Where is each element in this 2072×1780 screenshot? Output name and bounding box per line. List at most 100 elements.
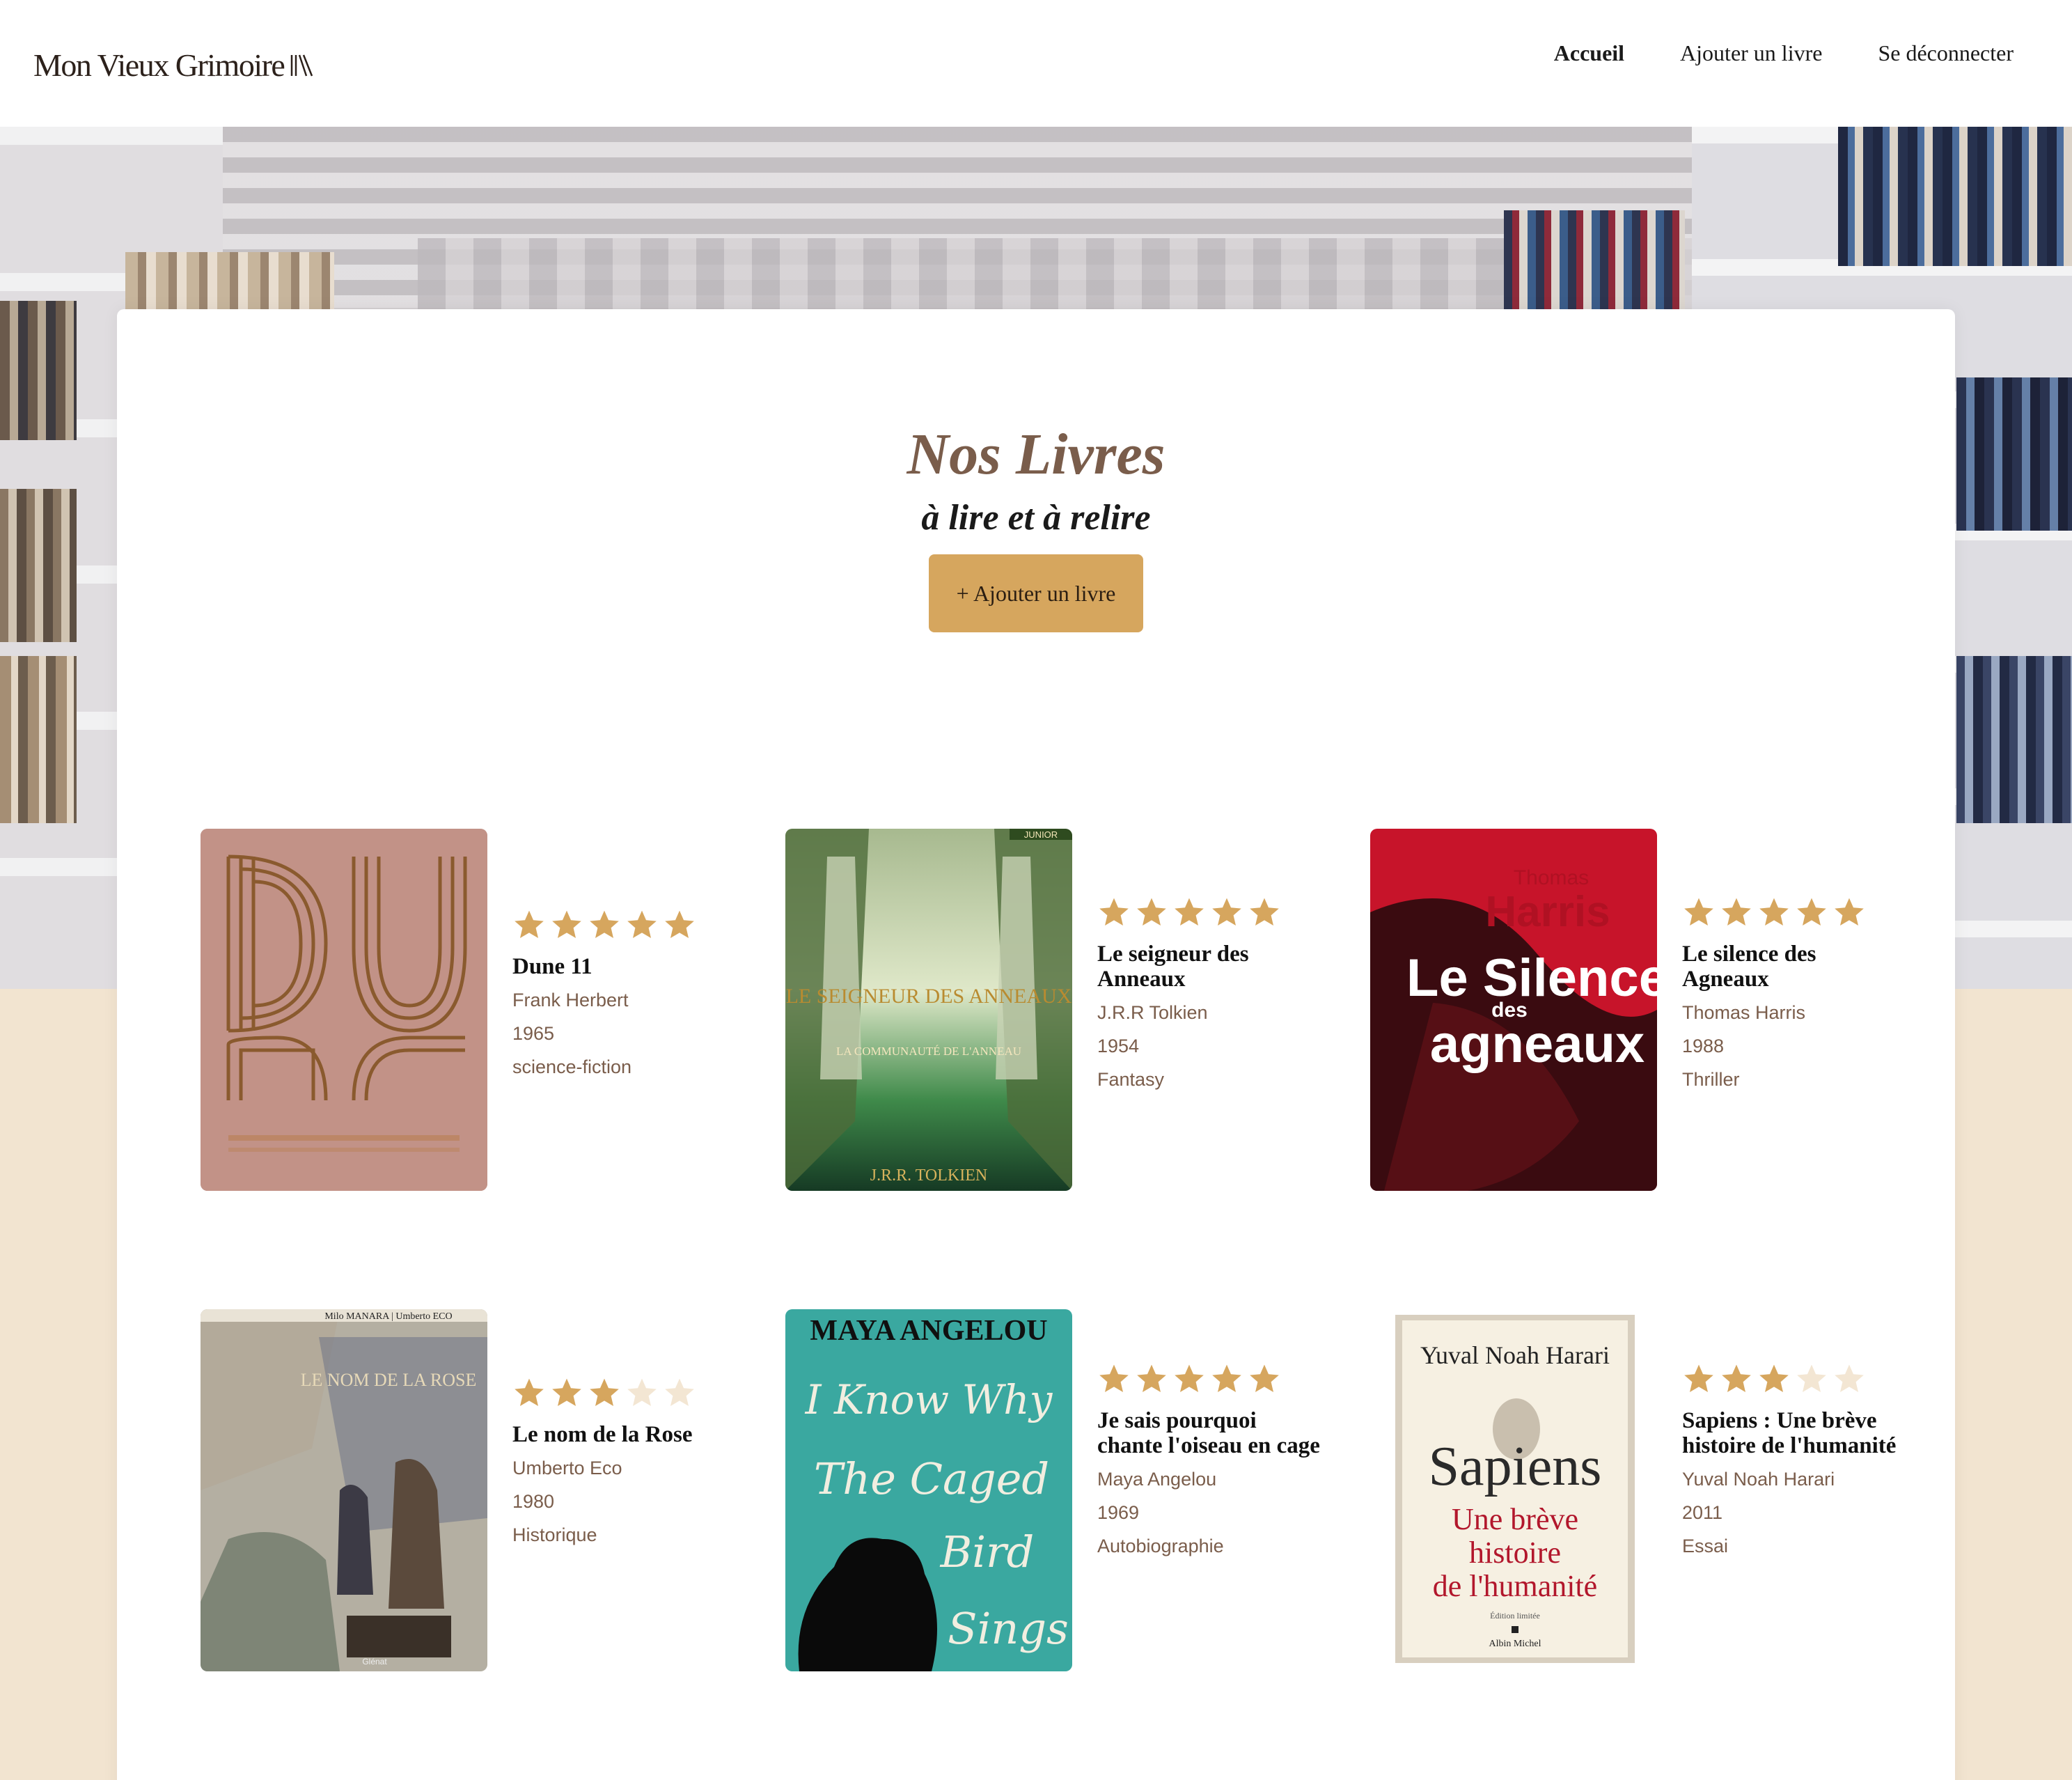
site-logo[interactable]: Mon Vieux Grimoire	[33, 40, 315, 89]
sapiens-cover-text-3: histoire	[1469, 1536, 1561, 1570]
book-genre: Essai	[1682, 1536, 1729, 1556]
caged-cover-text-1: I Know Why	[805, 1376, 1053, 1423]
star-icon	[1250, 898, 1279, 926]
book-genre: Autobiographie	[1097, 1536, 1224, 1556]
rating-stars	[1682, 896, 1905, 929]
sapiens-cover-text-6: Albin Michel	[1489, 1639, 1541, 1649]
star-icon	[1175, 898, 1204, 926]
star-icon	[1797, 898, 1826, 926]
book-title: Je sais pourquoi chante l'oiseau en cage	[1097, 1408, 1320, 1458]
book-title: Le silence des Agneaux	[1682, 942, 1816, 992]
book-author: J.R.R Tolkien	[1097, 1002, 1208, 1023]
caged-bird-cover-art: MAYA ANGELOU I Know Why The Caged Bird S…	[785, 1309, 1072, 1671]
star-icon	[552, 910, 581, 938]
book-author: Maya Angelou	[1097, 1469, 1217, 1490]
star-icon	[1099, 1364, 1129, 1392]
book-cover[interactable]: Yuval Noah Harari Sapiens Une brève hist…	[1370, 1309, 1657, 1671]
book-author: Umberto Eco	[512, 1458, 622, 1478]
book-logo-icon	[291, 54, 313, 77]
silence-cover-text-1: Harris	[1485, 888, 1610, 936]
star-icon	[1722, 898, 1751, 926]
star-icon	[1835, 1364, 1864, 1392]
main-nav: Accueil Ajouter un livre Se déconnecter	[1554, 40, 2014, 66]
silence-cover-text-2: Le Silence	[1406, 948, 1657, 1008]
book-title: Le nom de la Rose	[512, 1422, 693, 1447]
rating-stars	[1097, 896, 1320, 929]
add-book-button[interactable]: + Ajouter un livre	[929, 554, 1143, 632]
nav-add-book[interactable]: Ajouter un livre	[1680, 40, 1822, 66]
caged-cover-text-2: The Caged	[814, 1453, 1049, 1504]
book-info: Sapiens : Une brève histoire de l'humani…	[1682, 1362, 1905, 1563]
nav-logout[interactable]: Se déconnecter	[1878, 40, 2014, 66]
sapiens-cover-text-5: Édition limitée	[1490, 1611, 1540, 1621]
book-card[interactable]: Thomas Harris Le Silence des agneaux Le …	[1370, 829, 1899, 1191]
book-card[interactable]: Dune 11 Frank Herbert 1965 science-ficti…	[201, 829, 730, 1191]
star-icon	[1137, 1364, 1166, 1392]
book-card[interactable]: MAYA ANGELOU I Know Why The Caged Bird S…	[785, 1309, 1320, 1671]
book-cover[interactable]: MAYA ANGELOU I Know Why The Caged Bird S…	[785, 1309, 1072, 1671]
caged-cover-text-4: Sings	[948, 1603, 1069, 1654]
book-card[interactable]: Yuval Noah Harari Sapiens Une brève hist…	[1370, 1309, 1899, 1671]
book-info: Le seigneur des Anneaux J.R.R Tolkien 19…	[1097, 896, 1320, 1096]
star-icon	[590, 910, 619, 938]
book-year: 1965	[512, 1023, 555, 1044]
star-icon	[1722, 1364, 1751, 1392]
star-icon	[627, 910, 657, 938]
silence-cover-text-0: Thomas	[1514, 866, 1589, 889]
book-cover[interactable]: Milo MANARA | Umberto ECO LE NOM DE LA R…	[201, 1309, 487, 1671]
books-panel: Nos Livres à lire et à relire + Ajouter …	[117, 309, 1955, 1780]
left-books-3	[0, 656, 77, 823]
book-info: Dune 11 Frank Herbert 1965 science-ficti…	[512, 908, 735, 1084]
book-title: Dune 11	[512, 954, 592, 979]
book-info: Le nom de la Rose Umberto Eco 1980 Histo…	[512, 1376, 735, 1552]
book-genre: Historique	[512, 1524, 597, 1545]
lotr-cover-text-0: JUNIOR	[1024, 829, 1058, 840]
sapiens-cover-text-0: Yuval Noah Harari	[1420, 1341, 1610, 1369]
right-books-3	[1956, 377, 2072, 531]
left-books	[0, 301, 77, 440]
lotr-cover-art: JUNIOR LE SEIGNEUR DES ANNEAUX LA COMMUN…	[785, 829, 1072, 1191]
caged-cover-text-0: MAYA ANGELOU	[810, 1315, 1047, 1347]
star-icon	[1212, 1364, 1241, 1392]
rating-stars	[512, 908, 735, 942]
star-icon	[1835, 898, 1864, 926]
rating-stars	[512, 1376, 735, 1410]
sapiens-cover-art: Yuval Noah Harari Sapiens Une brève hist…	[1370, 1309, 1657, 1671]
star-icon	[1099, 898, 1129, 926]
book-cover[interactable]	[201, 829, 487, 1191]
page-subtitle: à lire et à relire	[921, 498, 1151, 538]
book-info: Je sais pourquoi chante l'oiseau en cage…	[1097, 1362, 1320, 1563]
star-icon	[665, 1378, 694, 1406]
star-icon	[1797, 1364, 1826, 1392]
sapiens-cover-text-4: de l'humanité	[1433, 1569, 1597, 1603]
right-books-4	[1956, 656, 2072, 823]
book-card[interactable]: JUNIOR LE SEIGNEUR DES ANNEAUX LA COMMUN…	[785, 829, 1314, 1191]
book-title: Sapiens : Une brève histoire de l'humani…	[1682, 1408, 1897, 1458]
star-icon	[1684, 898, 1713, 926]
caged-cover-text-3: Bird	[940, 1527, 1035, 1577]
star-icon	[515, 1378, 544, 1406]
star-icon	[590, 1378, 619, 1406]
book-genre: Thriller	[1682, 1069, 1740, 1090]
nav-accueil[interactable]: Accueil	[1554, 40, 1624, 66]
dune-cover-art	[201, 829, 487, 1191]
silence-cover-art: Thomas Harris Le Silence des agneaux	[1370, 829, 1657, 1191]
lotr-cover-text-1: LE SEIGNEUR DES ANNEAUX	[786, 985, 1072, 1008]
book-title: Le seigneur des Anneaux	[1097, 942, 1249, 992]
lotr-cover-text-2: LA COMMUNAUTÉ DE L'ANNEAU	[836, 1045, 1021, 1058]
book-genre: science-fiction	[512, 1056, 632, 1077]
star-icon	[1759, 1364, 1789, 1392]
star-icon	[1212, 898, 1241, 926]
rating-stars	[1097, 1362, 1320, 1396]
star-icon	[665, 910, 694, 938]
rose-cover-text-0: Milo MANARA | Umberto ECO	[324, 1311, 452, 1322]
star-icon	[1684, 1364, 1713, 1392]
sapiens-cover-text-1: Sapiens	[1429, 1436, 1602, 1497]
book-year: 1988	[1682, 1036, 1725, 1056]
right-books	[1504, 210, 1685, 315]
book-cover[interactable]: Thomas Harris Le Silence des agneaux	[1370, 829, 1657, 1191]
book-cover[interactable]: JUNIOR LE SEIGNEUR DES ANNEAUX LA COMMUN…	[785, 829, 1072, 1191]
book-year: 1980	[512, 1491, 555, 1512]
book-year: 1969	[1097, 1502, 1140, 1523]
book-card[interactable]: Milo MANARA | Umberto ECO LE NOM DE LA R…	[201, 1309, 730, 1671]
